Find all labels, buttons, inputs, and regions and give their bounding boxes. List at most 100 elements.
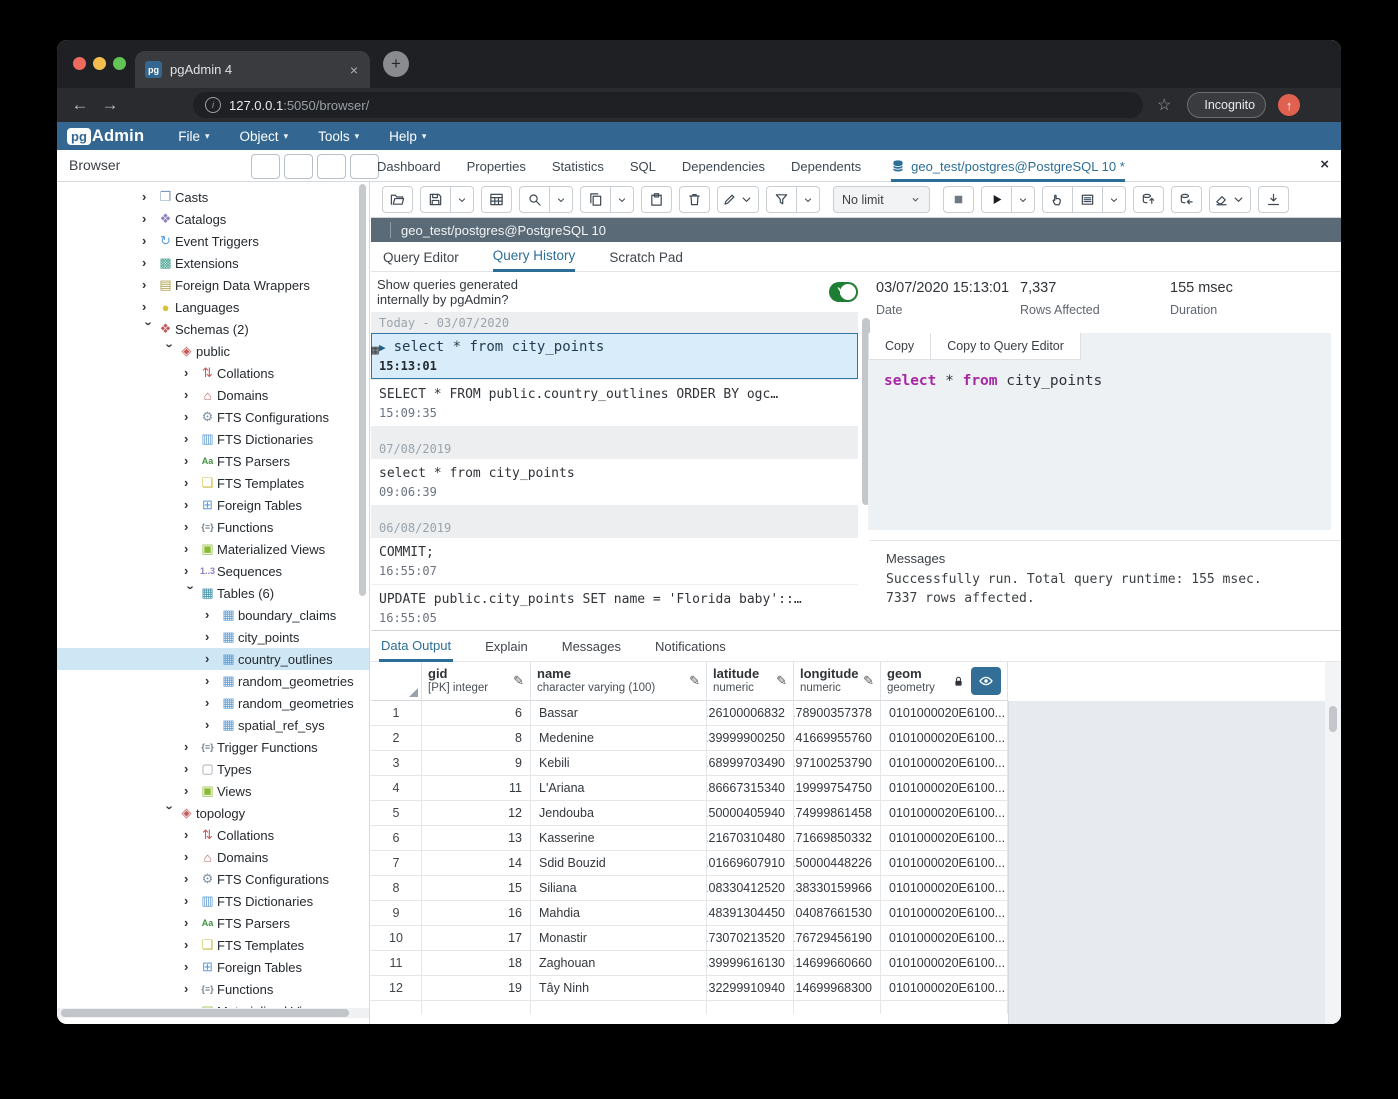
- tab-statistics[interactable]: Statistics: [552, 159, 604, 174]
- chevron-icon[interactable]: ›: [184, 387, 198, 402]
- tab-dashboard[interactable]: Dashboard: [377, 159, 441, 174]
- find-button[interactable]: [519, 186, 550, 213]
- chevron-icon[interactable]: ›: [184, 585, 199, 599]
- chevron-icon[interactable]: ›: [184, 365, 198, 380]
- cell[interactable]: 0101000020E6100...: [881, 876, 1008, 901]
- select-all-corner-icon[interactable]: [409, 688, 418, 697]
- menu-file[interactable]: File▾: [178, 129, 209, 144]
- chevron-icon[interactable]: ›: [184, 849, 198, 864]
- download-button[interactable]: [1258, 186, 1289, 213]
- edit-pencil-icon[interactable]: ✎: [513, 673, 524, 689]
- tree-item-casts[interactable]: ›❐Casts: [57, 186, 369, 208]
- tab-dependencies[interactable]: Dependencies: [682, 159, 765, 174]
- edit-pencil-icon[interactable]: ✎: [776, 673, 787, 689]
- tree-item-public[interactable]: ›◈public: [57, 340, 369, 362]
- row-number-cell[interactable]: [371, 1001, 422, 1014]
- menu-tools[interactable]: Tools▾: [318, 129, 359, 144]
- tab-sql[interactable]: SQL: [630, 159, 656, 174]
- tab-dependents[interactable]: Dependents: [791, 159, 861, 174]
- chevron-icon[interactable]: ›: [205, 651, 219, 666]
- chevron-icon[interactable]: ›: [184, 475, 198, 490]
- close-window-button[interactable]: [73, 57, 86, 70]
- cell[interactable]: 0.41669955760: [794, 726, 881, 751]
- output-scrollbar[interactable]: [1325, 662, 1341, 1024]
- chevron-icon[interactable]: ›: [205, 673, 219, 688]
- cell[interactable]: Mahdia: [531, 901, 707, 926]
- row-number-cell[interactable]: 7: [371, 851, 422, 876]
- cell[interactable]: .39999616130: [707, 951, 794, 976]
- cell[interactable]: 0101000020E6100...: [881, 951, 1008, 976]
- cell[interactable]: .39999900250: [707, 726, 794, 751]
- row-number-header[interactable]: [371, 662, 422, 701]
- chevron-icon[interactable]: ›: [184, 959, 198, 974]
- url-bar[interactable]: i 127.0.0.1:5050/browser/: [193, 92, 1143, 118]
- chevron-icon[interactable]: ›: [184, 893, 198, 908]
- chevron-icon[interactable]: ›: [184, 739, 198, 754]
- bookmark-star-icon[interactable]: ☆: [1157, 95, 1171, 115]
- cell[interactable]: .50000405940: [707, 801, 794, 826]
- cell[interactable]: 1.04087661530: [794, 901, 881, 926]
- find-options-button[interactable]: [549, 186, 573, 213]
- sidebar-vertical-scrollbar[interactable]: [359, 184, 366, 596]
- commit-button[interactable]: [1133, 186, 1164, 213]
- cell[interactable]: Monastir: [531, 926, 707, 951]
- tab-explain[interactable]: Explain: [483, 631, 530, 662]
- chevron-icon[interactable]: ›: [142, 277, 156, 292]
- search-tree-button[interactable]: [350, 154, 379, 179]
- cell[interactable]: 0101000020E6100...: [881, 801, 1008, 826]
- tree-item-fts-configurations[interactable]: ›⚙FTS Configurations: [57, 868, 369, 890]
- tab-scratch-pad[interactable]: Scratch Pad: [609, 242, 683, 272]
- edit-pencil-icon[interactable]: ✎: [863, 673, 874, 689]
- cell[interactable]: 0.76729456190: [794, 926, 881, 951]
- tab-properties[interactable]: Properties: [467, 159, 526, 174]
- cell[interactable]: 8.71669850332: [794, 826, 881, 851]
- column-header-latitude[interactable]: latitudenumeric✎: [707, 662, 794, 701]
- chevron-icon[interactable]: ›: [142, 189, 156, 204]
- chevron-icon[interactable]: ›: [184, 827, 198, 842]
- chevron-icon[interactable]: ›: [142, 211, 156, 226]
- cell[interactable]: 9: [422, 751, 531, 776]
- cell[interactable]: 0.14699660660: [794, 951, 881, 976]
- chevron-icon[interactable]: ›: [184, 431, 198, 446]
- tab-query-editor[interactable]: Query Editor: [383, 242, 459, 272]
- cell[interactable]: Tây Ninh: [531, 976, 707, 1001]
- tree-item-fts-dictionaries[interactable]: ›▥FTS Dictionaries: [57, 890, 369, 912]
- sidebar-horizontal-scrollbar[interactable]: [57, 1008, 369, 1018]
- column-header-name[interactable]: namecharacter varying (100)✎: [531, 662, 707, 701]
- tree-item-topology[interactable]: ›◈topology: [57, 802, 369, 824]
- tree-item-functions[interactable]: ›{≡}Functions: [57, 978, 369, 1000]
- cell[interactable]: [531, 1001, 707, 1014]
- chevron-icon[interactable]: ›: [142, 255, 156, 270]
- internal-queries-toggle[interactable]: Yes: [829, 282, 858, 302]
- tree-item-schemas-2[interactable]: ›❖Schemas (2): [57, 318, 369, 340]
- reload-button[interactable]: [125, 95, 155, 115]
- cell[interactable]: 14: [422, 851, 531, 876]
- cell[interactable]: Sdid Bouzid: [531, 851, 707, 876]
- cell[interactable]: 0.19999754750: [794, 776, 881, 801]
- row-limit-select[interactable]: No limit: [833, 186, 930, 213]
- browser-tab[interactable]: pg pgAdmin 4 ×: [135, 51, 370, 88]
- chevron-icon[interactable]: ›: [184, 783, 198, 798]
- tab-query-history[interactable]: Query History: [493, 242, 576, 272]
- tree-item-fts-dictionaries[interactable]: ›▥FTS Dictionaries: [57, 428, 369, 450]
- cell[interactable]: 0101000020E6100...: [881, 976, 1008, 1001]
- column-header-gid[interactable]: gid[PK] integer✎: [422, 662, 531, 701]
- browser-update-avatar[interactable]: ↑: [1278, 94, 1300, 116]
- cell[interactable]: 8.97100253790: [794, 751, 881, 776]
- explain-analyze-button[interactable]: [1072, 186, 1103, 213]
- chevron-icon[interactable]: ›: [205, 629, 219, 644]
- cell[interactable]: 0101000020E6100...: [881, 776, 1008, 801]
- stop-button[interactable]: [943, 186, 974, 213]
- row-number-cell[interactable]: 2: [371, 726, 422, 751]
- execute-button[interactable]: [981, 186, 1012, 213]
- close-panel-icon[interactable]: ×: [1320, 156, 1329, 173]
- tab-data-output[interactable]: Data Output: [379, 631, 453, 662]
- menu-object[interactable]: Object▾: [240, 129, 289, 144]
- tab-notifications[interactable]: Notifications: [653, 631, 728, 662]
- chevron-icon[interactable]: ›: [184, 937, 198, 952]
- cell[interactable]: .73070213520: [707, 926, 794, 951]
- tree-item-sequences[interactable]: ›1..3Sequences: [57, 560, 369, 582]
- site-info-icon[interactable]: i: [205, 97, 221, 113]
- filter-button[interactable]: [766, 186, 797, 213]
- tab-messages[interactable]: Messages: [560, 631, 623, 662]
